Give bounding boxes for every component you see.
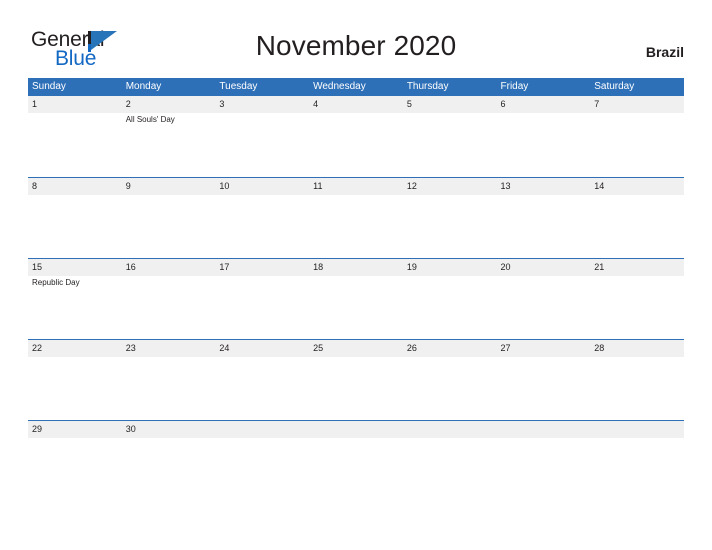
day-number: 20 (500, 262, 511, 272)
day-cell[interactable]: 3 (215, 96, 309, 176)
calendar-week-row: 1 2 All Souls' Day 3 4 5 6 7 (28, 96, 684, 177)
day-number: 18 (313, 262, 324, 272)
day-number: 7 (594, 99, 600, 109)
day-cell[interactable]: 21 (590, 259, 684, 339)
calendar-week-row: 22 23 24 25 26 27 28 (28, 339, 684, 420)
day-cell[interactable]: 27 (497, 340, 591, 420)
dow-sunday: Sunday (32, 81, 66, 92)
day-cell[interactable]: 24 (215, 340, 309, 420)
day-cell-empty (497, 421, 591, 501)
day-number: 9 (125, 181, 131, 191)
day-number: 1 (32, 99, 38, 109)
day-number: 12 (406, 181, 417, 191)
day-cell[interactable]: 18 (309, 259, 403, 339)
day-cell[interactable]: 16 (122, 259, 216, 339)
day-cell[interactable]: 2 All Souls' Day (122, 96, 216, 176)
day-cell[interactable]: 28 (590, 340, 684, 420)
day-number: 11 (313, 181, 323, 191)
week-cells: 22 23 24 25 26 27 28 (28, 340, 684, 420)
calendar-weeks: 1 2 All Souls' Day 3 4 5 6 7 8 9 10 11 12 13 14 15 Repub… (28, 96, 684, 501)
day-cell[interactable]: 8 (28, 178, 122, 258)
day-cell[interactable]: 25 (309, 340, 403, 420)
day-number: 2 (125, 99, 131, 109)
day-number: 14 (594, 181, 605, 191)
day-of-week-header: Sunday Monday Tuesday Wednesday Thursday… (28, 78, 684, 96)
day-cell[interactable]: 19 (403, 259, 497, 339)
day-number: 15 (32, 262, 43, 272)
day-cell[interactable]: 29 (28, 421, 122, 501)
calendar-week-row: 29 30 (28, 420, 684, 501)
day-cell[interactable]: 13 (497, 178, 591, 258)
day-cell[interactable]: 17 (215, 259, 309, 339)
calendar-grid: Sunday Monday Tuesday Wednesday Thursday… (28, 78, 684, 501)
day-number: 4 (313, 99, 319, 109)
calendar-week-row: 8 9 10 11 12 13 14 (28, 177, 684, 258)
day-number: 22 (32, 343, 43, 353)
day-cell[interactable]: 1 (28, 96, 122, 176)
dow-wednesday: Wednesday (313, 81, 366, 92)
day-number: 27 (500, 343, 511, 353)
day-number: 16 (125, 262, 136, 272)
day-cell-empty (590, 421, 684, 501)
country-label: Brazil (645, 44, 684, 60)
dow-saturday: Saturday (594, 81, 635, 92)
day-number: 30 (125, 424, 136, 434)
day-number: 8 (32, 181, 38, 191)
day-number: 24 (219, 343, 230, 353)
day-cell[interactable]: 20 (497, 259, 591, 339)
dow-monday: Monday (125, 81, 162, 92)
day-cell[interactable]: 6 (497, 96, 591, 176)
day-number: 28 (594, 343, 605, 353)
week-cells: 1 2 All Souls' Day 3 4 5 6 7 (28, 96, 684, 176)
day-cell[interactable]: 26 (403, 340, 497, 420)
page-title: November 2020 (255, 30, 457, 61)
day-cell[interactable]: 14 (590, 178, 684, 258)
day-cell[interactable]: 9 (122, 178, 216, 258)
week-cells: 29 30 (28, 421, 684, 501)
day-cell[interactable]: 4 (309, 96, 403, 176)
day-number: 29 (32, 424, 43, 434)
day-number: 13 (500, 181, 511, 191)
day-number: 17 (219, 262, 230, 272)
day-number: 3 (219, 99, 225, 109)
dow-thursday: Thursday (406, 81, 449, 92)
day-cell[interactable]: 30 (122, 421, 216, 501)
day-cell[interactable]: 15 Republic Day (28, 259, 122, 339)
week-cells: 8 9 10 11 12 13 14 (28, 178, 684, 258)
day-number: 23 (125, 343, 136, 353)
day-cell[interactable]: 23 (122, 340, 216, 420)
day-number: 6 (500, 99, 506, 109)
day-number: 5 (406, 99, 412, 109)
day-cell[interactable]: 7 (590, 96, 684, 176)
day-number: 10 (219, 181, 230, 191)
day-cell-empty (215, 421, 309, 501)
day-number: 19 (406, 262, 417, 272)
holiday-label: All Souls' Day (125, 115, 175, 124)
day-cell[interactable]: 22 (28, 340, 122, 420)
day-cell[interactable]: 11 (309, 178, 403, 258)
holiday-label: Republic Day (32, 278, 80, 287)
day-cell[interactable]: 5 (403, 96, 497, 176)
day-cell[interactable]: 10 (215, 178, 309, 258)
day-cell-empty (403, 421, 497, 501)
week-cells: 15 Republic Day 16 17 18 19 20 21 (28, 259, 684, 339)
calendar-week-row: 15 Republic Day 16 17 18 19 20 21 (28, 258, 684, 339)
page-header: General Blue November 2020 Brazil (0, 0, 712, 76)
day-number: 26 (406, 343, 417, 353)
dow-tuesday: Tuesday (219, 81, 258, 92)
day-number: 25 (313, 343, 324, 353)
day-number: 21 (594, 262, 605, 272)
day-cell[interactable]: 12 (403, 178, 497, 258)
day-cell-empty (309, 421, 403, 501)
dow-friday: Friday (500, 81, 529, 92)
